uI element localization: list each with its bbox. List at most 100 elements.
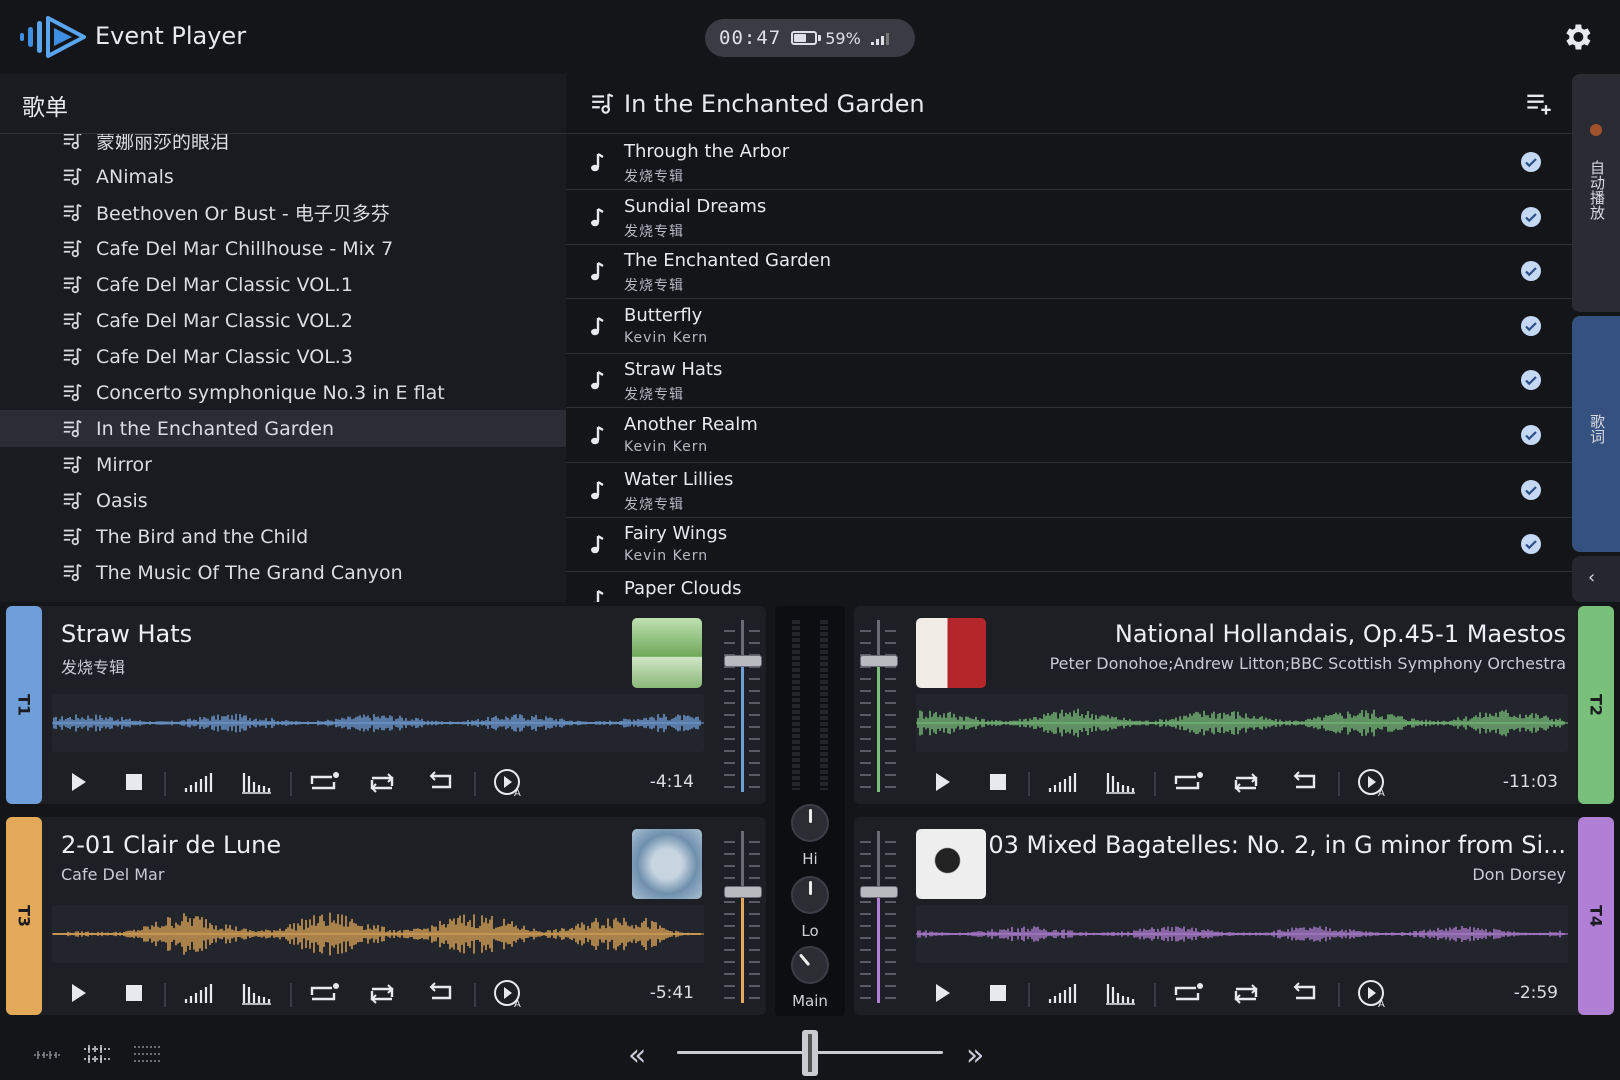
check-circle-icon[interactable]	[1520, 151, 1542, 173]
deck-tab[interactable]: T3	[6, 817, 42, 1015]
volume-up-icon[interactable]	[1044, 975, 1080, 1011]
fader-handle[interactable]	[860, 886, 898, 899]
return-icon[interactable]	[422, 764, 458, 800]
channel-fader-t2[interactable]	[860, 620, 898, 792]
stop-icon[interactable]	[116, 764, 152, 800]
return-icon[interactable]	[422, 975, 458, 1011]
channel-fader-t3[interactable]	[724, 831, 762, 1003]
playlist-item[interactable]: Cafe Del Mar Chillhouse - Mix 7	[0, 230, 566, 267]
stop-icon[interactable]	[980, 975, 1016, 1011]
check-circle-icon[interactable]	[1520, 206, 1542, 228]
playlist-item[interactable]: The Bird and the Child	[0, 518, 566, 555]
layout-1-icon[interactable]	[32, 1042, 62, 1066]
playlist-item[interactable]: The Music Of The Grand Canyon	[0, 554, 566, 591]
return-icon[interactable]	[1286, 975, 1322, 1011]
check-circle-icon[interactable]	[1520, 315, 1542, 337]
autoplay-tab[interactable]: 自动播放	[1572, 74, 1620, 312]
track-row[interactable]: Through the Arbor 发烧专辑	[566, 134, 1572, 190]
check-circle-icon[interactable]	[1520, 260, 1542, 282]
playlist-list[interactable]: 蒙娜丽莎的眼泪 ANimals Beethoven Or Bust - 电子贝多芬 C…	[0, 134, 566, 602]
play-icon[interactable]	[924, 975, 960, 1011]
volume-down-icon[interactable]	[238, 764, 274, 800]
playlist-item[interactable]: Beethoven Or Bust - 电子贝多芬	[0, 194, 566, 231]
separator	[474, 983, 476, 1007]
gear-icon[interactable]	[1560, 20, 1594, 54]
check-circle-icon[interactable]	[1520, 424, 1542, 446]
channel-fader-t1[interactable]	[724, 620, 762, 792]
stop-icon[interactable]	[980, 764, 1016, 800]
playlist-item[interactable]: Cafe Del Mar Classic VOL.3	[0, 338, 566, 375]
separator	[1028, 983, 1030, 1007]
deck-tab[interactable]: T2	[1578, 606, 1614, 804]
track-row[interactable]: Straw Hats 发烧专辑	[566, 352, 1572, 409]
playlist-item[interactable]: 蒙娜丽莎的眼泪	[0, 134, 566, 159]
repeat-once-icon[interactable]	[306, 764, 342, 800]
playlist-item[interactable]: Cafe Del Mar Classic VOL.2	[0, 302, 566, 339]
autoplay-icon[interactable]: A	[1354, 764, 1390, 800]
autoplay-icon[interactable]: A	[1354, 975, 1390, 1011]
autoplay-icon[interactable]: A	[490, 975, 526, 1011]
volume-up-icon[interactable]	[1044, 764, 1080, 800]
playlist-item[interactable]: Cafe Del Mar Classic VOL.1	[0, 266, 566, 303]
fader-handle[interactable]	[724, 654, 762, 667]
return-icon[interactable]	[1286, 764, 1322, 800]
track-row[interactable]: Paper Clouds	[566, 571, 1572, 602]
fader-handle[interactable]	[724, 886, 762, 899]
repeat-once-icon[interactable]	[1170, 975, 1206, 1011]
volume-down-icon[interactable]	[1102, 975, 1138, 1011]
repeat-icon[interactable]	[1228, 764, 1264, 800]
playlist-item[interactable]: In the Enchanted Garden	[0, 410, 566, 447]
crossfade-right-button[interactable]: »	[966, 1038, 984, 1073]
repeat-icon[interactable]	[364, 975, 400, 1011]
crossfade-left-button[interactable]: «	[628, 1038, 646, 1073]
track-artist: 发烧专辑	[624, 387, 684, 404]
layout-2-icon[interactable]	[82, 1042, 112, 1066]
repeat-icon[interactable]	[1228, 975, 1264, 1011]
playlist-item[interactable]: ANimals	[0, 158, 566, 195]
track-title: Paper Clouds	[624, 577, 742, 599]
track-row[interactable]: Fairy Wings Kevin Kern	[566, 516, 1572, 573]
track-row[interactable]: Another Realm Kevin Kern	[566, 407, 1572, 463]
add-to-playlist-icon[interactable]	[1524, 90, 1554, 118]
layout-4-icon[interactable]	[132, 1042, 162, 1066]
track-row[interactable]: Butterfly Kevin Kern	[566, 298, 1572, 354]
playlist-item[interactable]: Mirror	[0, 446, 566, 483]
volume-up-icon[interactable]	[180, 975, 216, 1011]
playlist-item-label: ANimals	[96, 165, 174, 188]
volume-up-icon[interactable]	[180, 764, 216, 800]
volume-down-icon[interactable]	[238, 975, 274, 1011]
repeat-icon[interactable]	[364, 764, 400, 800]
lo-eq-knob[interactable]	[791, 876, 829, 914]
waveform[interactable]	[916, 905, 1568, 963]
playlist-item[interactable]: Concerto symphonique No.3 in E flat	[0, 374, 566, 411]
play-icon[interactable]	[60, 975, 96, 1011]
waveform[interactable]	[52, 905, 704, 963]
collapse-tab[interactable]: ‹	[1572, 556, 1620, 602]
volume-down-icon[interactable]	[1102, 764, 1138, 800]
playlist-icon	[63, 311, 82, 329]
play-icon[interactable]	[60, 764, 96, 800]
repeat-once-icon[interactable]	[1170, 764, 1206, 800]
repeat-once-icon[interactable]	[306, 975, 342, 1011]
track-row[interactable]: The Enchanted Garden 发烧专辑	[566, 243, 1572, 300]
main-volume-knob[interactable]	[791, 946, 829, 984]
crossfader-handle[interactable]	[802, 1030, 818, 1076]
waveform[interactable]	[916, 694, 1568, 752]
track-row[interactable]: Sundial Dreams 发烧专辑	[566, 189, 1572, 245]
check-circle-icon[interactable]	[1520, 533, 1542, 555]
playlist-item[interactable]: Oasis	[0, 482, 566, 519]
waveform[interactable]	[52, 694, 704, 752]
play-icon[interactable]	[924, 764, 960, 800]
hi-eq-knob[interactable]	[791, 804, 829, 842]
fader-handle[interactable]	[860, 654, 898, 667]
deck-tab[interactable]: T4	[1578, 817, 1614, 1015]
track-row[interactable]: Water Lillies 发烧专辑	[566, 462, 1572, 518]
autoplay-icon[interactable]: A	[490, 764, 526, 800]
stop-icon[interactable]	[116, 975, 152, 1011]
check-circle-icon[interactable]	[1520, 369, 1542, 391]
deck-tab-label: T3	[14, 904, 34, 928]
check-circle-icon[interactable]	[1520, 479, 1542, 501]
deck-tab[interactable]: T1	[6, 606, 42, 804]
lyrics-tab[interactable]: 歌词	[1572, 316, 1620, 552]
channel-fader-t4[interactable]	[860, 831, 898, 1003]
